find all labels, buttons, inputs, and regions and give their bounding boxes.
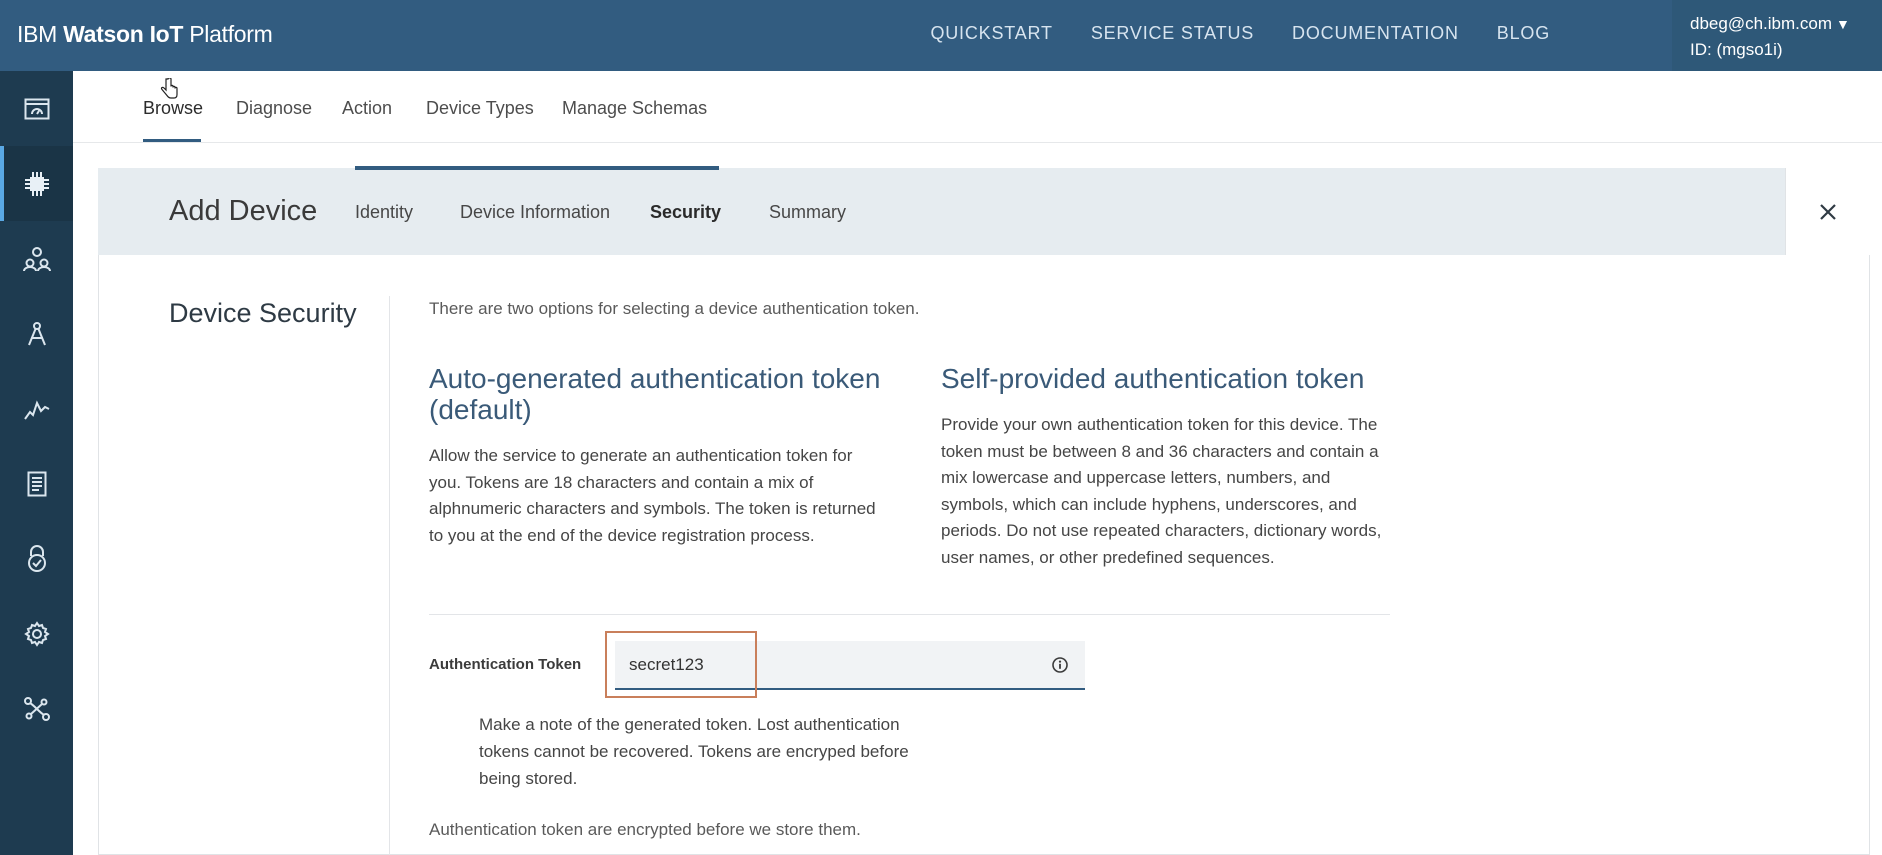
self-token-description: Provide your own authentication token fo… — [941, 412, 1381, 571]
brand-prefix: IBM — [17, 21, 64, 47]
self-token-text-line: token must be between 8 and 36 character… — [941, 441, 1379, 461]
sidebar-item-devices[interactable] — [0, 146, 73, 221]
self-token-text-line: periods. Do not use repeated characters,… — [941, 521, 1382, 540]
close-icon — [1820, 203, 1836, 220]
account-email: dbeg@ch.ibm.com — [1690, 14, 1832, 33]
vertical-divider — [389, 296, 390, 855]
wizard-header — [98, 168, 1785, 255]
auto-token-text-line: you. Tokens are 18 characters and contai… — [429, 472, 814, 492]
account-org-id: ID: (mgso1i) — [1690, 40, 1783, 59]
account-menu[interactable]: dbeg@ch.ibm.com ▼ ID: (mgso1i) — [1672, 0, 1882, 71]
token-note: Make a note of the generated token. Lost… — [479, 711, 919, 792]
sidebar-item-usage[interactable] — [0, 371, 73, 446]
step-security[interactable]: Security — [650, 202, 721, 223]
encryption-footnote: Authentication token are encrypted befor… — [429, 820, 861, 839]
hand-cursor-icon — [160, 78, 178, 99]
sidebar-item-extensions[interactable] — [0, 671, 73, 746]
apps-compass-icon — [27, 321, 46, 345]
auth-token-label: Authentication Token — [429, 656, 582, 673]
token-note-line: being stored. — [479, 769, 578, 788]
auto-token-title-line: Auto-generated authentication token — [429, 363, 881, 394]
usage-chart-icon — [23, 399, 49, 420]
active-tab-indicator — [143, 139, 201, 142]
token-note-line: Make a note of the generated token. Lost… — [479, 715, 900, 734]
nav-service-status[interactable]: SERVICE STATUS — [1091, 23, 1254, 44]
sidebar-item-rules[interactable] — [0, 446, 73, 521]
sub-navigation: Browse Diagnose Action Device Types Mana… — [73, 71, 1882, 143]
sidebar-item-members[interactable] — [0, 221, 73, 296]
auto-token-description: Allow the service to generate an authent… — [429, 443, 876, 549]
self-token-text-line: symbols, which can include hyphens, unde… — [941, 494, 1357, 514]
tab-manage-schemas[interactable]: Manage Schemas — [562, 98, 707, 119]
self-token-title: Self-provided authentication token — [941, 363, 1365, 394]
devices-chip-icon — [24, 171, 49, 196]
close-button[interactable] — [1785, 168, 1870, 255]
top-bar: IBM Watson IoT Platform QUICKSTART SERVI… — [0, 0, 1882, 71]
security-lock-icon — [27, 544, 46, 572]
sidebar-item-dashboard[interactable] — [0, 71, 73, 146]
tab-diagnose[interactable]: Diagnose — [236, 98, 312, 119]
auto-token-text-line: Allow the service to generate an authent… — [429, 446, 853, 465]
auto-token-text-line: alphnumeric characters and symbols. The … — [429, 499, 876, 518]
section-title: Device Security — [169, 298, 357, 328]
nav-quickstart[interactable]: QUICKSTART — [930, 23, 1052, 44]
top-nav: QUICKSTART SERVICE STATUS DOCUMENTATION … — [930, 23, 1550, 44]
self-token-text-line: mix lowercase and uppercase letters, num… — [941, 468, 1331, 487]
sidebar — [0, 71, 73, 855]
intro-text: There are two options for selecting a de… — [429, 299, 920, 318]
chevron-down-icon: ▼ — [1836, 16, 1850, 32]
self-token-text-line: user names, or other predefined sequence… — [941, 547, 1275, 567]
auto-token-title-line: (default) — [429, 394, 532, 425]
token-note-line: tokens cannot be recovered. Tokens are e… — [479, 742, 909, 761]
wizard-title: Add Device — [169, 195, 318, 227]
nav-documentation[interactable]: DOCUMENTATION — [1292, 23, 1459, 44]
sidebar-item-settings[interactable] — [0, 596, 73, 671]
step-device-information[interactable]: Device Information — [460, 202, 610, 223]
tab-action[interactable]: Action — [342, 98, 392, 119]
step-identity[interactable]: Identity — [355, 202, 413, 223]
info-icon[interactable] — [1051, 656, 1069, 674]
brand-logo[interactable]: IBM Watson IoT Platform — [17, 21, 273, 48]
step-summary[interactable]: Summary — [769, 202, 846, 223]
extensions-icon — [23, 696, 50, 721]
dashboard-icon — [24, 98, 49, 119]
tab-device-types[interactable]: Device Types — [426, 98, 534, 119]
auth-token-input[interactable] — [615, 641, 1085, 690]
members-icon — [22, 246, 51, 271]
wizard-progress-bar — [355, 166, 719, 170]
brand-bold: Watson IoT — [63, 21, 184, 47]
horizontal-divider — [429, 614, 1390, 615]
nav-blog[interactable]: BLOG — [1497, 23, 1550, 44]
rules-document-icon — [27, 471, 46, 496]
auto-token-text-line: to you at the end of the device registra… — [429, 525, 815, 545]
sidebar-item-security[interactable] — [0, 521, 73, 596]
auto-token-title: Auto-generated authentication token (def… — [429, 363, 880, 425]
brand-suffix: Platform — [183, 21, 273, 47]
settings-gear-icon — [23, 620, 50, 647]
sidebar-item-apps[interactable] — [0, 296, 73, 371]
self-token-text-line: Provide your own authentication token fo… — [941, 415, 1378, 434]
